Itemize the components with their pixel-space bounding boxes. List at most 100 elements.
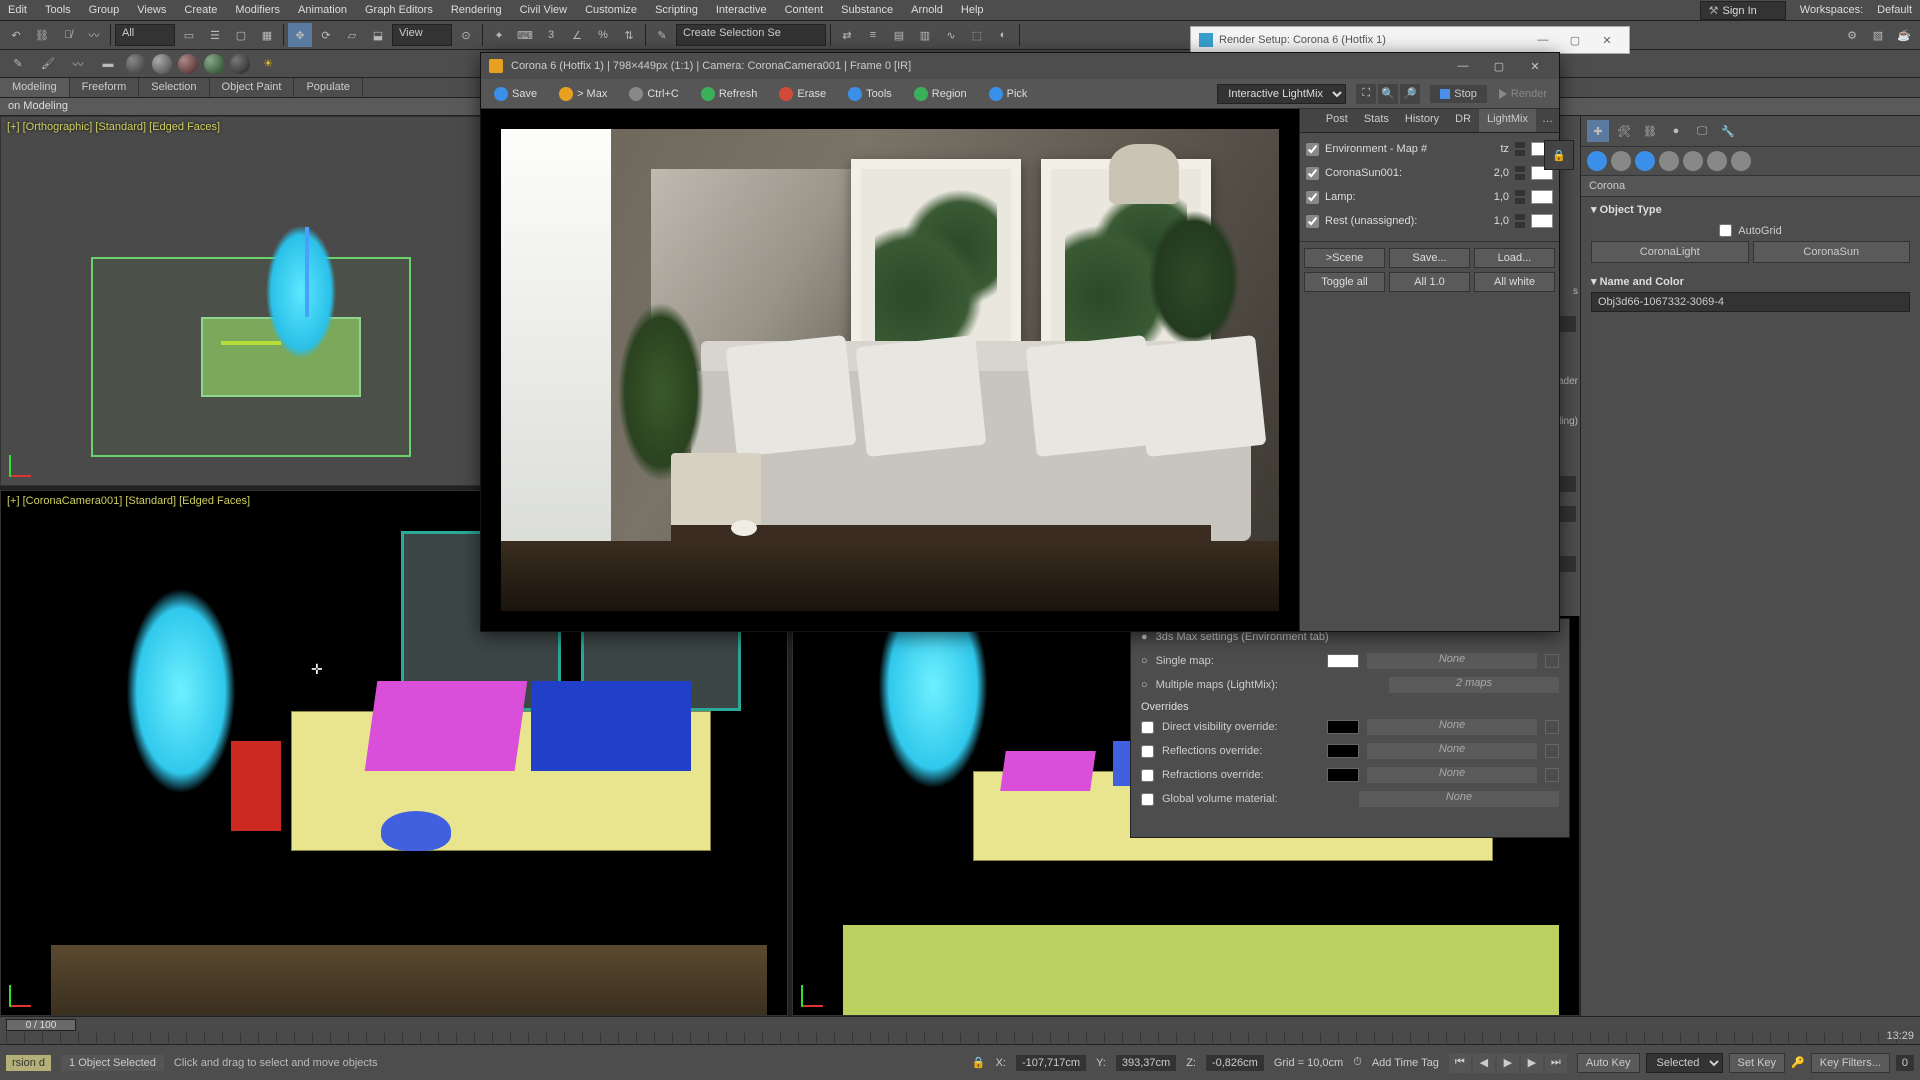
matcap-3-icon[interactable] (178, 54, 198, 74)
key-filters-button[interactable]: Key Filters... (1811, 1053, 1890, 1073)
time-tag-icon[interactable]: ⏱ (1353, 1056, 1362, 1069)
lm-all-1-button[interactable]: All 1.0 (1389, 272, 1470, 292)
lock-icon[interactable]: 🔒 (1544, 140, 1574, 170)
schematic-view-icon[interactable]: ⬚ (965, 23, 989, 47)
override-toggle[interactable] (1141, 769, 1154, 782)
rollout-header[interactable]: Object Type (1591, 203, 1910, 216)
render-production-icon[interactable]: ☕ (1892, 23, 1916, 47)
time-slider[interactable]: 0 / 100 (0, 1016, 1920, 1044)
menu-civil-view[interactable]: Civil View (520, 4, 567, 16)
menu-rendering[interactable]: Rendering (451, 4, 502, 16)
menu-interactive[interactable]: Interactive (716, 4, 767, 16)
smooth-icon[interactable]: 〰 (66, 52, 90, 76)
override-toggle[interactable] (1141, 745, 1154, 758)
utilities-tab-icon[interactable]: 🔧 (1717, 120, 1739, 142)
zoom-out-icon[interactable]: 🔎 (1400, 84, 1420, 104)
spinner-snap-icon[interactable]: ⇅ (617, 23, 641, 47)
menu-content[interactable]: Content (785, 4, 824, 16)
vfb-pick-button[interactable]: Pick (980, 83, 1037, 105)
select-region-rect-icon[interactable]: ▢ (229, 23, 253, 47)
menu-views[interactable]: Views (137, 4, 166, 16)
menu-modifiers[interactable]: Modifiers (235, 4, 280, 16)
lock-selection-icon[interactable]: 🔒 (972, 1056, 986, 1069)
map-slot[interactable]: None (1359, 791, 1559, 807)
menu-arnold[interactable]: Arnold (911, 4, 943, 16)
category-dropdown[interactable]: Corona (1581, 176, 1920, 197)
systems-icon[interactable] (1731, 151, 1751, 171)
hierarchy-tab-icon[interactable]: ⛓ (1639, 120, 1661, 142)
radio-3dsmax-env[interactable] (1141, 631, 1148, 643)
layer-explorer-icon[interactable]: ▤ (887, 23, 911, 47)
color-swatch[interactable] (1327, 720, 1359, 734)
checkbox[interactable] (1545, 744, 1559, 758)
prev-frame-icon[interactable]: ◀ (1473, 1053, 1495, 1073)
vfb-titlebar[interactable]: Corona 6 (Hotfix 1) | 798×449px (1:1) | … (481, 53, 1559, 79)
override-toggle[interactable] (1141, 793, 1154, 806)
motion-tab-icon[interactable]: ● (1665, 120, 1687, 142)
minimize-icon[interactable]: — (1529, 31, 1557, 49)
sun-icon[interactable]: ☀ (256, 52, 280, 76)
workspaces-dropdown[interactable]: Default (1877, 4, 1912, 16)
checkbox[interactable] (1545, 654, 1559, 668)
mirror-icon[interactable]: ⇄ (835, 23, 859, 47)
play-icon[interactable]: ▶ (1497, 1053, 1519, 1073)
spacewarps-icon[interactable] (1707, 151, 1727, 171)
add-time-tag[interactable]: Add Time Tag (1372, 1057, 1439, 1069)
brush-icon[interactable]: 🖌 (36, 52, 60, 76)
more-icon[interactable]: … (1536, 109, 1559, 132)
lm-all-white-button[interactable]: All white (1474, 272, 1555, 292)
vfb-render-button[interactable]: Render (1491, 85, 1555, 103)
matcap-5-icon[interactable] (230, 54, 250, 74)
checkbox[interactable] (1545, 768, 1559, 782)
menu-scripting[interactable]: Scripting (655, 4, 698, 16)
ribbon-tab-selection[interactable]: Selection (139, 78, 209, 97)
menu-group[interactable]: Group (89, 4, 120, 16)
flatten-icon[interactable]: ▬ (96, 52, 120, 76)
script-listener[interactable]: rsion d (6, 1055, 51, 1071)
next-frame-icon[interactable]: ▶ (1521, 1053, 1543, 1073)
select-object-icon[interactable]: ▭ (177, 23, 201, 47)
lightmix-toggle[interactable] (1306, 215, 1319, 228)
menu-animation[interactable]: Animation (298, 4, 347, 16)
helpers-icon[interactable] (1683, 151, 1703, 171)
autogrid-checkbox[interactable] (1719, 224, 1732, 237)
object-name-field[interactable] (1591, 292, 1910, 312)
link-icon[interactable]: ⛓ (30, 23, 54, 47)
named-selection-dropdown[interactable]: Create Selection Se (676, 24, 826, 46)
material-editor-icon[interactable]: ◐ (991, 23, 1015, 47)
vfb-copy-button[interactable]: Ctrl+C (620, 83, 687, 105)
key-icon[interactable]: 🔑 (1791, 1056, 1805, 1069)
spinner-icon[interactable] (1515, 165, 1525, 181)
minimize-icon[interactable]: — (1447, 56, 1479, 76)
coord-y[interactable]: 393,37cm (1116, 1055, 1176, 1071)
map-slot[interactable]: 2 maps (1389, 677, 1559, 693)
vfb-tab-lightmix[interactable]: LightMix (1479, 109, 1536, 132)
menu-create[interactable]: Create (184, 4, 217, 16)
color-swatch[interactable] (1531, 190, 1553, 204)
paint-deform-icon[interactable]: ✎ (6, 52, 30, 76)
unlink-icon[interactable]: ⛓̸ (56, 23, 80, 47)
scale-icon[interactable]: ▱ (340, 23, 364, 47)
time-slider-handle[interactable]: 0 / 100 (6, 1019, 76, 1031)
vfb-erase-button[interactable]: Erase (770, 83, 835, 105)
coord-z[interactable]: -0,826cm (1206, 1055, 1264, 1071)
timeline-track[interactable] (6, 1033, 1914, 1043)
color-swatch[interactable] (1327, 744, 1359, 758)
zoom-in-icon[interactable]: 🔍 (1378, 84, 1398, 104)
edit-named-sel-icon[interactable]: ✎ (650, 23, 674, 47)
window-crossing-icon[interactable]: ▦ (255, 23, 279, 47)
toggle-ribbon-icon[interactable]: ▥ (913, 23, 937, 47)
lm-toggle-all-button[interactable]: Toggle all (1304, 272, 1385, 292)
spinner-icon[interactable] (1515, 213, 1525, 229)
lm-to-scene-button[interactable]: >Scene (1304, 248, 1385, 268)
radio-multi-maps[interactable] (1141, 679, 1148, 691)
setkey-button[interactable]: Set Key (1729, 1053, 1786, 1073)
undo-icon[interactable]: ↶ (4, 23, 28, 47)
override-toggle[interactable] (1141, 721, 1154, 734)
coronasun-button[interactable]: CoronaSun (1753, 241, 1911, 263)
zoom-fit-icon[interactable]: ⛶ (1356, 84, 1376, 104)
menu-graph-editors[interactable]: Graph Editors (365, 4, 433, 16)
vfb-tab-history[interactable]: History (1397, 109, 1447, 132)
maximize-icon[interactable]: ▢ (1561, 31, 1589, 49)
shapes-icon[interactable] (1611, 151, 1631, 171)
